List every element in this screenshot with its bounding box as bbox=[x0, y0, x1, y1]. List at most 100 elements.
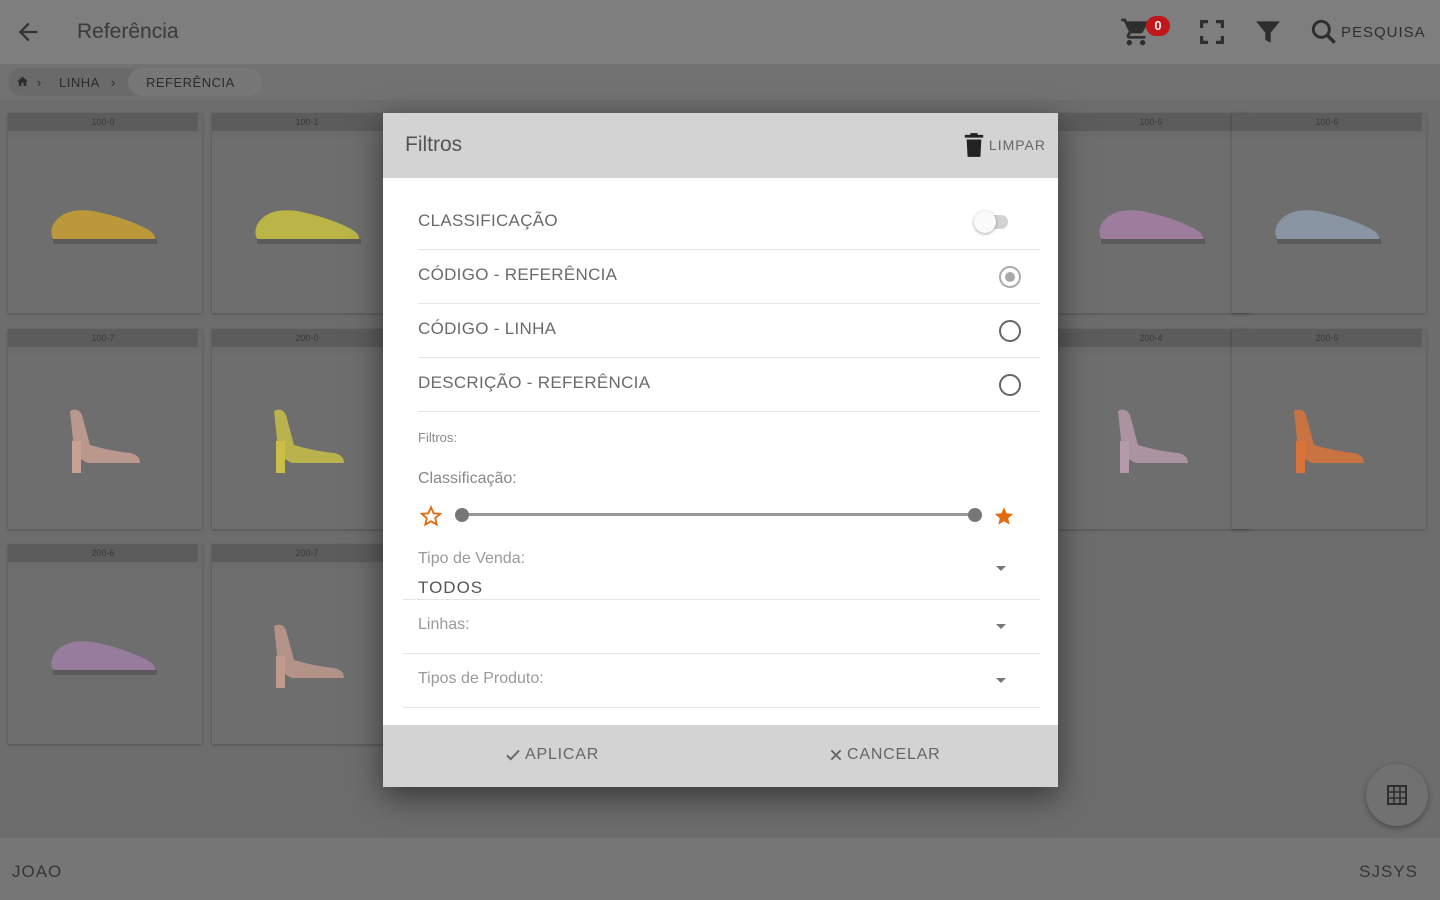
search-label[interactable]: PESQUISA bbox=[1341, 24, 1426, 41]
sandal-icon bbox=[274, 409, 344, 473]
filter-dialog: Filtros LIMPAR CLASSIFICAÇÃO CÓDIGO - RE… bbox=[383, 113, 1058, 787]
rating-slider-track[interactable] bbox=[461, 513, 975, 516]
shoe-icon bbox=[1099, 210, 1205, 244]
shoe-icon bbox=[51, 210, 157, 244]
radio-codigo-referencia[interactable] bbox=[999, 266, 1021, 288]
dialog-body: CLASSIFICAÇÃO CÓDIGO - REFERÊNCIA CÓDIGO… bbox=[383, 178, 1058, 725]
search-icon bbox=[1311, 19, 1336, 44]
fullscreen-button[interactable] bbox=[1196, 16, 1228, 48]
product-code: 100-1 bbox=[212, 113, 402, 131]
trash-icon bbox=[964, 133, 984, 157]
user-name: JOAO bbox=[12, 862, 63, 881]
product-image bbox=[8, 137, 202, 313]
sort-option-codigo-referencia[interactable]: CÓDIGO - REFERÊNCIA bbox=[418, 250, 1040, 304]
product-card[interactable]: 100-7 bbox=[8, 329, 202, 529]
product-card[interactable]: 200-5 bbox=[1232, 329, 1426, 529]
product-code: 200-7 bbox=[212, 544, 402, 562]
tipos-produto-label: Tipos de Produto: bbox=[418, 670, 544, 687]
sort-option-label: CÓDIGO - LINHA bbox=[418, 319, 557, 338]
shoe-icon bbox=[255, 210, 361, 244]
rating-slider-min-thumb[interactable] bbox=[455, 508, 469, 522]
tipo-venda-value: TODOS bbox=[418, 578, 484, 597]
dialog-header: Filtros LIMPAR bbox=[383, 113, 1058, 178]
apply-label: APLICAR bbox=[525, 746, 600, 763]
filters-section-label: Filtros: bbox=[418, 430, 457, 445]
product-card[interactable]: 200-4 bbox=[1056, 329, 1250, 529]
product-image bbox=[212, 137, 406, 313]
product-image bbox=[212, 568, 406, 744]
company-name: SJSYS bbox=[1359, 862, 1418, 881]
dialog-title: Filtros bbox=[405, 133, 463, 156]
chevron-down-icon bbox=[996, 566, 1006, 571]
sort-option-descricao-referencia[interactable]: DESCRIÇÃO - REFERÊNCIA bbox=[418, 358, 1040, 412]
product-card[interactable]: 100-1 bbox=[212, 113, 406, 313]
home-icon[interactable] bbox=[16, 75, 29, 88]
back-button[interactable] bbox=[14, 18, 42, 46]
breadcrumb-separator: › bbox=[111, 75, 116, 90]
sort-option-label: DESCRIÇÃO - REFERÊNCIA bbox=[418, 373, 651, 392]
fullscreen-icon bbox=[1200, 20, 1224, 44]
sort-option-codigo-linha[interactable]: CÓDIGO - LINHA bbox=[418, 304, 1040, 358]
sandal-icon bbox=[274, 624, 344, 688]
check-icon bbox=[506, 749, 520, 761]
back-arrow-icon bbox=[18, 22, 38, 42]
shoe-icon bbox=[1275, 210, 1381, 244]
product-image bbox=[1056, 137, 1250, 313]
clear-button[interactable]: LIMPAR bbox=[963, 131, 1046, 159]
product-code: 200-0 bbox=[212, 329, 402, 347]
product-code: 100-7 bbox=[8, 329, 198, 347]
cancel-label: CANCELAR bbox=[847, 746, 941, 763]
product-code: 200-4 bbox=[1056, 329, 1246, 347]
filter-button[interactable] bbox=[1252, 16, 1284, 48]
radio-codigo-linha[interactable] bbox=[999, 320, 1021, 342]
product-code: 100-6 bbox=[1232, 113, 1422, 131]
shoe-icon bbox=[51, 641, 157, 675]
tipo-venda-label: Tipo de Venda: bbox=[418, 550, 526, 567]
product-code: 100-5 bbox=[1056, 113, 1246, 131]
sandal-icon bbox=[70, 409, 140, 473]
tipo-venda-select[interactable]: Tipo de Venda: TODOS bbox=[403, 540, 1040, 600]
breadcrumb-separator: › bbox=[37, 75, 42, 90]
product-card[interactable]: 200-0 bbox=[212, 329, 406, 529]
product-card[interactable]: 100-0 bbox=[8, 113, 202, 313]
sort-option-label: CÓDIGO - REFERÊNCIA bbox=[418, 265, 618, 284]
linhas-label: Linhas: bbox=[418, 616, 470, 633]
sandal-icon bbox=[1294, 409, 1364, 473]
star-outline-icon bbox=[420, 505, 442, 527]
sort-option-label: CLASSIFICAÇÃO bbox=[418, 211, 558, 230]
product-card[interactable]: 200-7 bbox=[212, 544, 406, 744]
cancel-button[interactable]: CANCELAR bbox=[828, 746, 941, 764]
product-image bbox=[1232, 353, 1426, 529]
product-card[interactable]: 200-6 bbox=[8, 544, 202, 744]
grid-icon bbox=[1387, 785, 1407, 805]
product-image bbox=[1056, 353, 1250, 529]
product-image bbox=[212, 353, 406, 529]
status-bar bbox=[0, 838, 1440, 900]
sort-option-classificacao[interactable]: CLASSIFICAÇÃO bbox=[418, 196, 1040, 250]
clear-label: LIMPAR bbox=[988, 137, 1046, 153]
product-image bbox=[1232, 137, 1426, 313]
page-title: Referência bbox=[77, 20, 179, 43]
rating-slider-max-thumb[interactable] bbox=[968, 508, 982, 522]
chevron-down-icon bbox=[996, 624, 1006, 629]
tipos-produto-select[interactable]: Tipos de Produto: bbox=[403, 654, 1040, 708]
dialog-footer: APLICAR CANCELAR bbox=[383, 725, 1058, 787]
classification-toggle[interactable] bbox=[974, 211, 1008, 233]
cart-count-badge: 0 bbox=[1146, 16, 1170, 36]
star-filled-icon bbox=[994, 507, 1014, 525]
product-code: 200-6 bbox=[8, 544, 198, 562]
search-button[interactable] bbox=[1308, 16, 1340, 48]
close-icon bbox=[830, 749, 842, 761]
product-image bbox=[8, 353, 202, 529]
product-code: 200-5 bbox=[1232, 329, 1422, 347]
linhas-select[interactable]: Linhas: bbox=[403, 600, 1040, 654]
chevron-down-icon bbox=[996, 678, 1006, 683]
sandal-icon bbox=[1118, 409, 1188, 473]
product-card[interactable]: 100-6 bbox=[1232, 113, 1426, 313]
grid-view-button[interactable] bbox=[1366, 764, 1428, 826]
radio-descricao-referencia[interactable] bbox=[999, 374, 1021, 396]
apply-button[interactable]: APLICAR bbox=[504, 746, 599, 764]
breadcrumb-item-referencia[interactable]: REFERÊNCIA bbox=[146, 75, 235, 90]
product-card[interactable]: 100-5 bbox=[1056, 113, 1250, 313]
breadcrumb-item-linha[interactable]: LINHA bbox=[59, 75, 100, 90]
